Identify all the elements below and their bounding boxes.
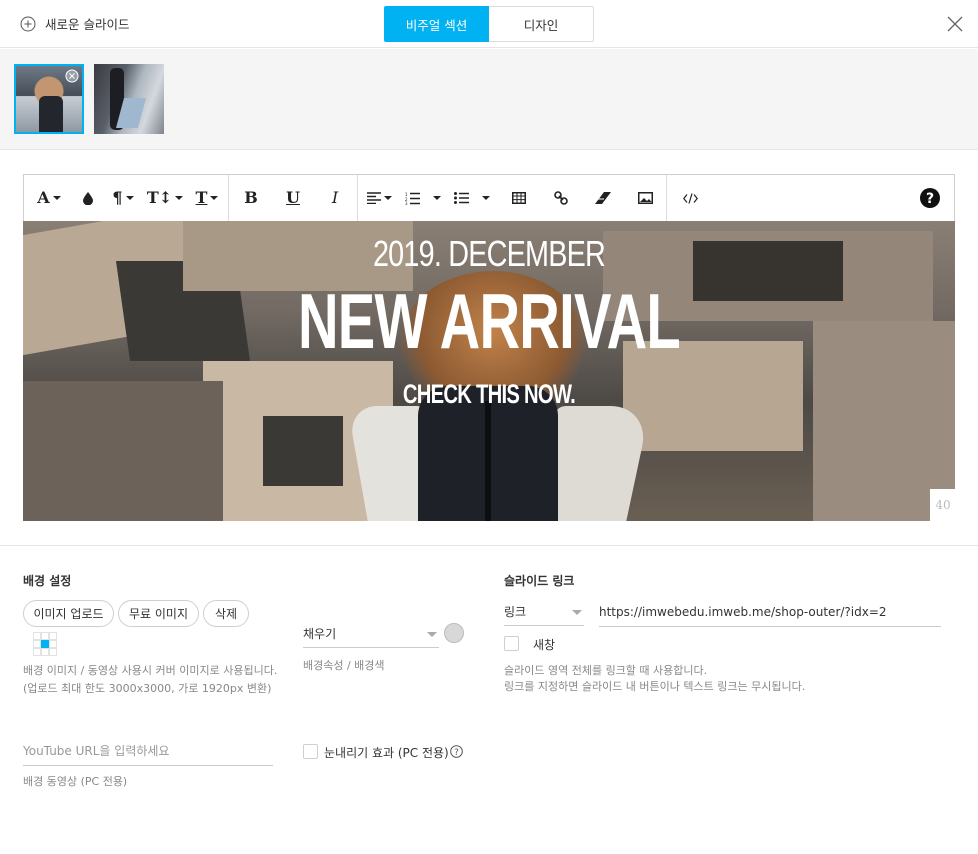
font-size-button[interactable]: T↕ <box>144 175 186 222</box>
position-cell[interactable] <box>49 648 57 656</box>
free-image-button[interactable]: 무료 이미지 <box>118 600 199 627</box>
video-help-text: 배경 동영상 (PC 전용) <box>23 775 128 788</box>
ordered-list-button[interactable]: 123 <box>400 175 446 222</box>
image-upload-button[interactable]: 이미지 업로드 <box>23 600 114 627</box>
table-button[interactable] <box>498 175 540 222</box>
new-slide-button[interactable]: 새로운 슬라이드 <box>20 14 129 33</box>
svg-text:?: ? <box>454 748 459 758</box>
youtube-url-field[interactable] <box>23 736 273 766</box>
position-cell-selected[interactable] <box>41 640 49 648</box>
image-button[interactable] <box>624 175 666 222</box>
position-cell[interactable] <box>33 648 41 656</box>
modal-header: 새로운 슬라이드 비주얼 섹션 디자인 <box>0 0 978 48</box>
text-style-icon: T <box>195 188 208 207</box>
delete-button[interactable]: 삭제 <box>203 600 249 627</box>
drop-icon <box>83 191 93 205</box>
snow-effect-label: 눈내리기 효과 (PC 전용) <box>324 746 449 760</box>
youtube-url-input[interactable] <box>23 743 273 758</box>
ordered-list-icon: 123 <box>405 192 420 205</box>
unordered-list-button[interactable] <box>446 175 498 222</box>
new-window-label: 새창 <box>533 638 556 652</box>
banner-subtext[interactable]: CHECK THIS NOW. <box>140 379 839 410</box>
position-cell[interactable] <box>49 632 57 640</box>
position-cell[interactable] <box>41 632 49 640</box>
eraser-button[interactable] <box>582 175 624 222</box>
close-icon[interactable] <box>947 16 963 32</box>
bold-button[interactable]: B <box>229 175 273 222</box>
banner-height-value: 40 <box>930 489 955 521</box>
link-button[interactable] <box>540 175 582 222</box>
question-circle-icon[interactable]: ? <box>450 745 463 758</box>
italic-icon: I <box>331 188 339 207</box>
model-zipper <box>485 401 491 521</box>
remove-slide-icon[interactable] <box>65 69 79 83</box>
background-block <box>263 416 343 486</box>
paragraph-button[interactable]: ¶ <box>102 175 144 222</box>
tab-design[interactable]: 디자인 <box>489 6 594 42</box>
banner-headline[interactable]: NEW ARRIVAL <box>153 276 824 367</box>
tab-visual-section[interactable]: 비주얼 섹션 <box>384 6 489 42</box>
underline-icon: U <box>286 188 300 207</box>
image-icon <box>637 192 653 204</box>
eraser-icon <box>595 192 611 204</box>
slide-link-title: 슬라이드 링크 <box>504 574 575 588</box>
code-icon <box>682 192 698 204</box>
link-help-text-2: 링크를 지정하면 슬라이드 내 버튼이나 텍스트 링크는 무시됩니다. <box>504 680 806 693</box>
align-button[interactable] <box>358 175 400 222</box>
new-window-checkbox[interactable] <box>504 636 519 651</box>
position-cell[interactable] <box>33 632 41 640</box>
help-icon[interactable]: ? <box>920 188 940 208</box>
slide-link-url-input[interactable] <box>599 604 941 619</box>
tab-group: 비주얼 섹션 디자인 <box>384 6 594 42</box>
font-color-button[interactable]: A <box>24 175 74 222</box>
background-settings-title: 배경 설정 <box>23 574 72 588</box>
highlight-button[interactable] <box>74 175 102 222</box>
fill-mode-select[interactable]: 채우기 <box>303 620 439 648</box>
link-type-select[interactable]: 링크 <box>504 598 584 626</box>
banner-date-text[interactable]: 2019. DECEMBER <box>116 233 862 275</box>
svg-text:?: ? <box>926 191 934 207</box>
plus-circle-icon <box>20 16 36 31</box>
position-cell[interactable] <box>33 640 41 648</box>
link-type-value: 링크 <box>504 605 527 619</box>
link-icon <box>554 191 568 205</box>
svg-text:3: 3 <box>405 201 408 205</box>
chevron-down-icon <box>427 632 437 637</box>
slide-thumbnail-strip <box>0 49 978 150</box>
slide-thumbnail-1[interactable] <box>14 64 84 134</box>
underline-button[interactable]: U <box>273 175 313 222</box>
bold-icon: B <box>244 188 258 207</box>
position-cell[interactable] <box>41 648 49 656</box>
font-a-icon: A <box>37 188 50 207</box>
editor-toolbar: A ¶ T↕ T B U I 123 ? <box>23 174 955 222</box>
italic-button[interactable]: I <box>313 175 357 222</box>
text-height-icon: T↕ <box>146 188 173 207</box>
background-position-grid <box>33 632 57 656</box>
fill-mode-value: 채우기 <box>303 627 337 641</box>
snow-effect-checkbox[interactable] <box>303 744 318 759</box>
background-help-text-2: (업로드 최대 한도 3000x3000, 가로 1920px 변환) <box>23 682 272 695</box>
slide-link-url-field[interactable] <box>599 597 941 627</box>
slide-thumbnail-2[interactable] <box>94 64 164 134</box>
background-help-text-1: 배경 이미지 / 동영상 사용시 커버 이미지로 사용됩니다. <box>23 664 278 677</box>
fill-help-text: 배경속성 / 배경색 <box>303 659 385 672</box>
new-slide-label: 새로운 슬라이드 <box>45 17 130 32</box>
slide-editor: A ¶ T↕ T B U I 123 ? 2019. DECEMBER NEW … <box>23 174 955 521</box>
paragraph-icon: ¶ <box>112 188 123 207</box>
font-style-button[interactable]: T <box>186 175 228 222</box>
table-icon <box>512 192 526 204</box>
position-cell[interactable] <box>49 640 57 648</box>
chevron-down-icon <box>572 610 582 615</box>
slide-banner[interactable]: 2019. DECEMBER NEW ARRIVAL CHECK THIS NO… <box>23 221 955 521</box>
align-left-icon <box>366 192 381 204</box>
unordered-list-icon <box>454 192 469 204</box>
section-divider <box>0 545 978 546</box>
code-view-button[interactable] <box>667 175 713 222</box>
thumbnail-figure <box>39 96 63 132</box>
background-color-swatch[interactable] <box>444 623 464 643</box>
